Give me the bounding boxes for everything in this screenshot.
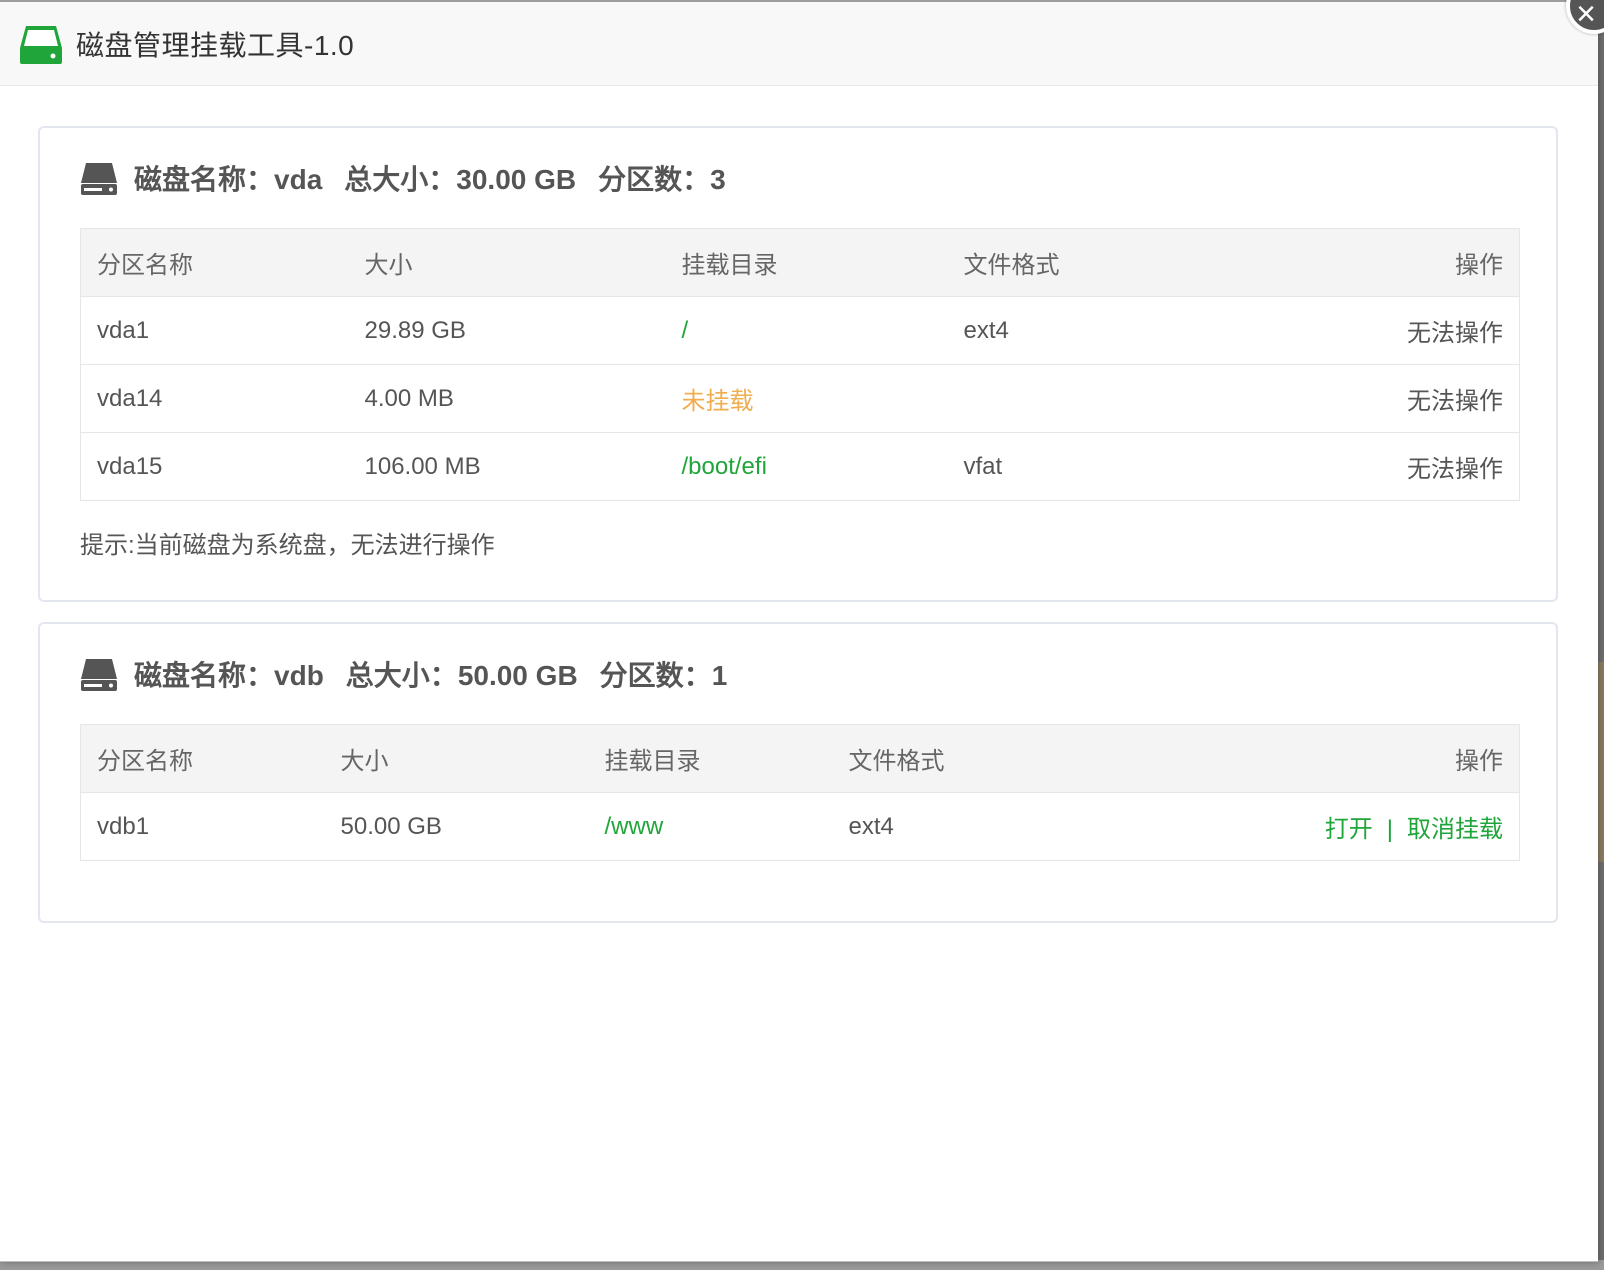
disk-total-size: 总大小：30.00 GB [344,158,576,198]
col-header-name: 分区名称 [80,228,349,297]
close-icon: × [1576,0,1596,33]
cell-op: 无法操作 [1247,296,1520,365]
disk-parts-value: 1 [711,660,728,691]
col-header-mount: 挂载目录 [588,724,833,793]
cell-name: vda1 [80,296,349,365]
cell-mount: /boot/efi [681,452,767,480]
unmount-link[interactable]: 取消挂载 [1407,816,1503,843]
table-row: vda14 4.00 MB 未挂载 无法操作 [80,364,1520,433]
disk-name-label: 磁盘名称： [134,164,275,195]
disk-heading: 磁盘名称：vda 总大小：30.00 GB 分区数：3 [80,128,1516,228]
disk-total-label: 总大小： [344,164,457,195]
dialog-title: 磁盘管理挂载工具-1.0 [76,29,355,61]
col-header-mount: 挂载目录 [665,228,948,297]
disk-card-vdb: 磁盘名称：vdb 总大小：50.00 GB 分区数：1 分区名称 大小 挂载目录… [38,622,1558,923]
partition-table: 分区名称 大小 挂载目录 文件格式 操作 vda1 29.89 GB / ext… [80,228,1520,501]
hard-drive-icon [81,659,117,691]
col-header-size: 大小 [348,228,666,297]
col-header-fs: 文件格式 [947,228,1248,297]
cell-name: vdb1 [97,812,150,840]
open-link[interactable]: 打开 [1325,816,1373,843]
disk-name: 磁盘名称：vda [134,158,322,198]
disk-total-label: 总大小： [345,660,458,691]
cell-op: 无法操作 [1247,364,1520,433]
cell-size: 50.00 GB [340,812,442,840]
cell-size: 4.00 MB [348,364,666,433]
disk-partition-count: 分区数：1 [600,654,728,694]
disk-partition-count: 分区数：3 [598,158,726,198]
disk-name: 磁盘名称：vdb [134,654,324,694]
table-header-row: 分区名称 大小 挂载目录 文件格式 操作 [80,724,1520,793]
cell-size: 106.00 MB [364,452,481,480]
col-header-name: 分区名称 [80,724,325,793]
disk-name-label: 磁盘名称： [134,660,275,691]
table-header-row: 分区名称 大小 挂载目录 文件格式 操作 [80,228,1520,297]
cell-op: 打开 | 取消挂载 [1133,793,1520,861]
table-row: vdb1 50.00 GB /www ext4 打开 | 取消挂载 [81,793,1520,861]
col-header-op: 操作 [1132,724,1520,793]
cell-size: 29.89 GB [348,296,666,365]
cell-op: 无法操作 [1407,456,1503,483]
disk-name-value: vdb [274,660,324,691]
table-row: vda1 29.89 GB / ext4 无法操作 [80,296,1520,365]
dialog-header: 磁盘管理挂载工具-1.0 [0,2,1598,86]
disk-name-value: vda [274,164,323,195]
cell-mount: / [665,296,948,365]
col-header-size: 大小 [324,724,589,793]
col-header-fs: 文件格式 [832,724,1133,793]
disk-total-value: 50.00 GB [457,660,578,691]
cell-name: vda14 [80,364,349,433]
disk-parts-label: 分区数： [599,660,712,691]
disk-parts-value: 3 [710,164,726,195]
disk-parts-label: 分区数： [598,164,711,195]
disk-heading: 磁盘名称：vdb 总大小：50.00 GB 分区数：1 [80,624,1516,724]
disk-total-value: 30.00 GB [456,164,577,195]
table-row: vda15 106.00 MB /boot/efi vfat 无法操作 [81,433,1520,501]
cell-fs [947,364,1248,433]
op-separator: | [1386,816,1393,843]
col-header-op: 操作 [1247,228,1520,297]
cell-mount: /www [604,812,664,840]
cell-name: vda15 [97,452,163,480]
partition-table: 分区名称 大小 挂载目录 文件格式 操作 vdb1 50.00 GB /www … [80,724,1520,861]
cell-fs: ext4 [848,812,894,840]
cell-fs: vfat [963,452,1003,480]
disk-manager-dialog: 磁盘管理挂载工具-1.0 × 磁盘名称：vda 总大小：30.00 GB 分区数… [0,0,1604,1262]
system-disk-hint: 提示:当前磁盘为系统盘，无法进行操作 [80,532,495,559]
cell-mount-unmounted: 未挂载 [665,364,948,433]
dialog-body: 磁盘名称：vda 总大小：30.00 GB 分区数：3 分区名称 大小 挂载目录… [0,86,1598,923]
disk-total-size: 总大小：50.00 GB [346,654,578,694]
cell-fs: ext4 [947,296,1248,365]
disk-card-vda: 磁盘名称：vda 总大小：30.00 GB 分区数：3 分区名称 大小 挂载目录… [38,126,1558,602]
hard-drive-icon [81,163,117,195]
disk-app-icon [20,25,62,64]
